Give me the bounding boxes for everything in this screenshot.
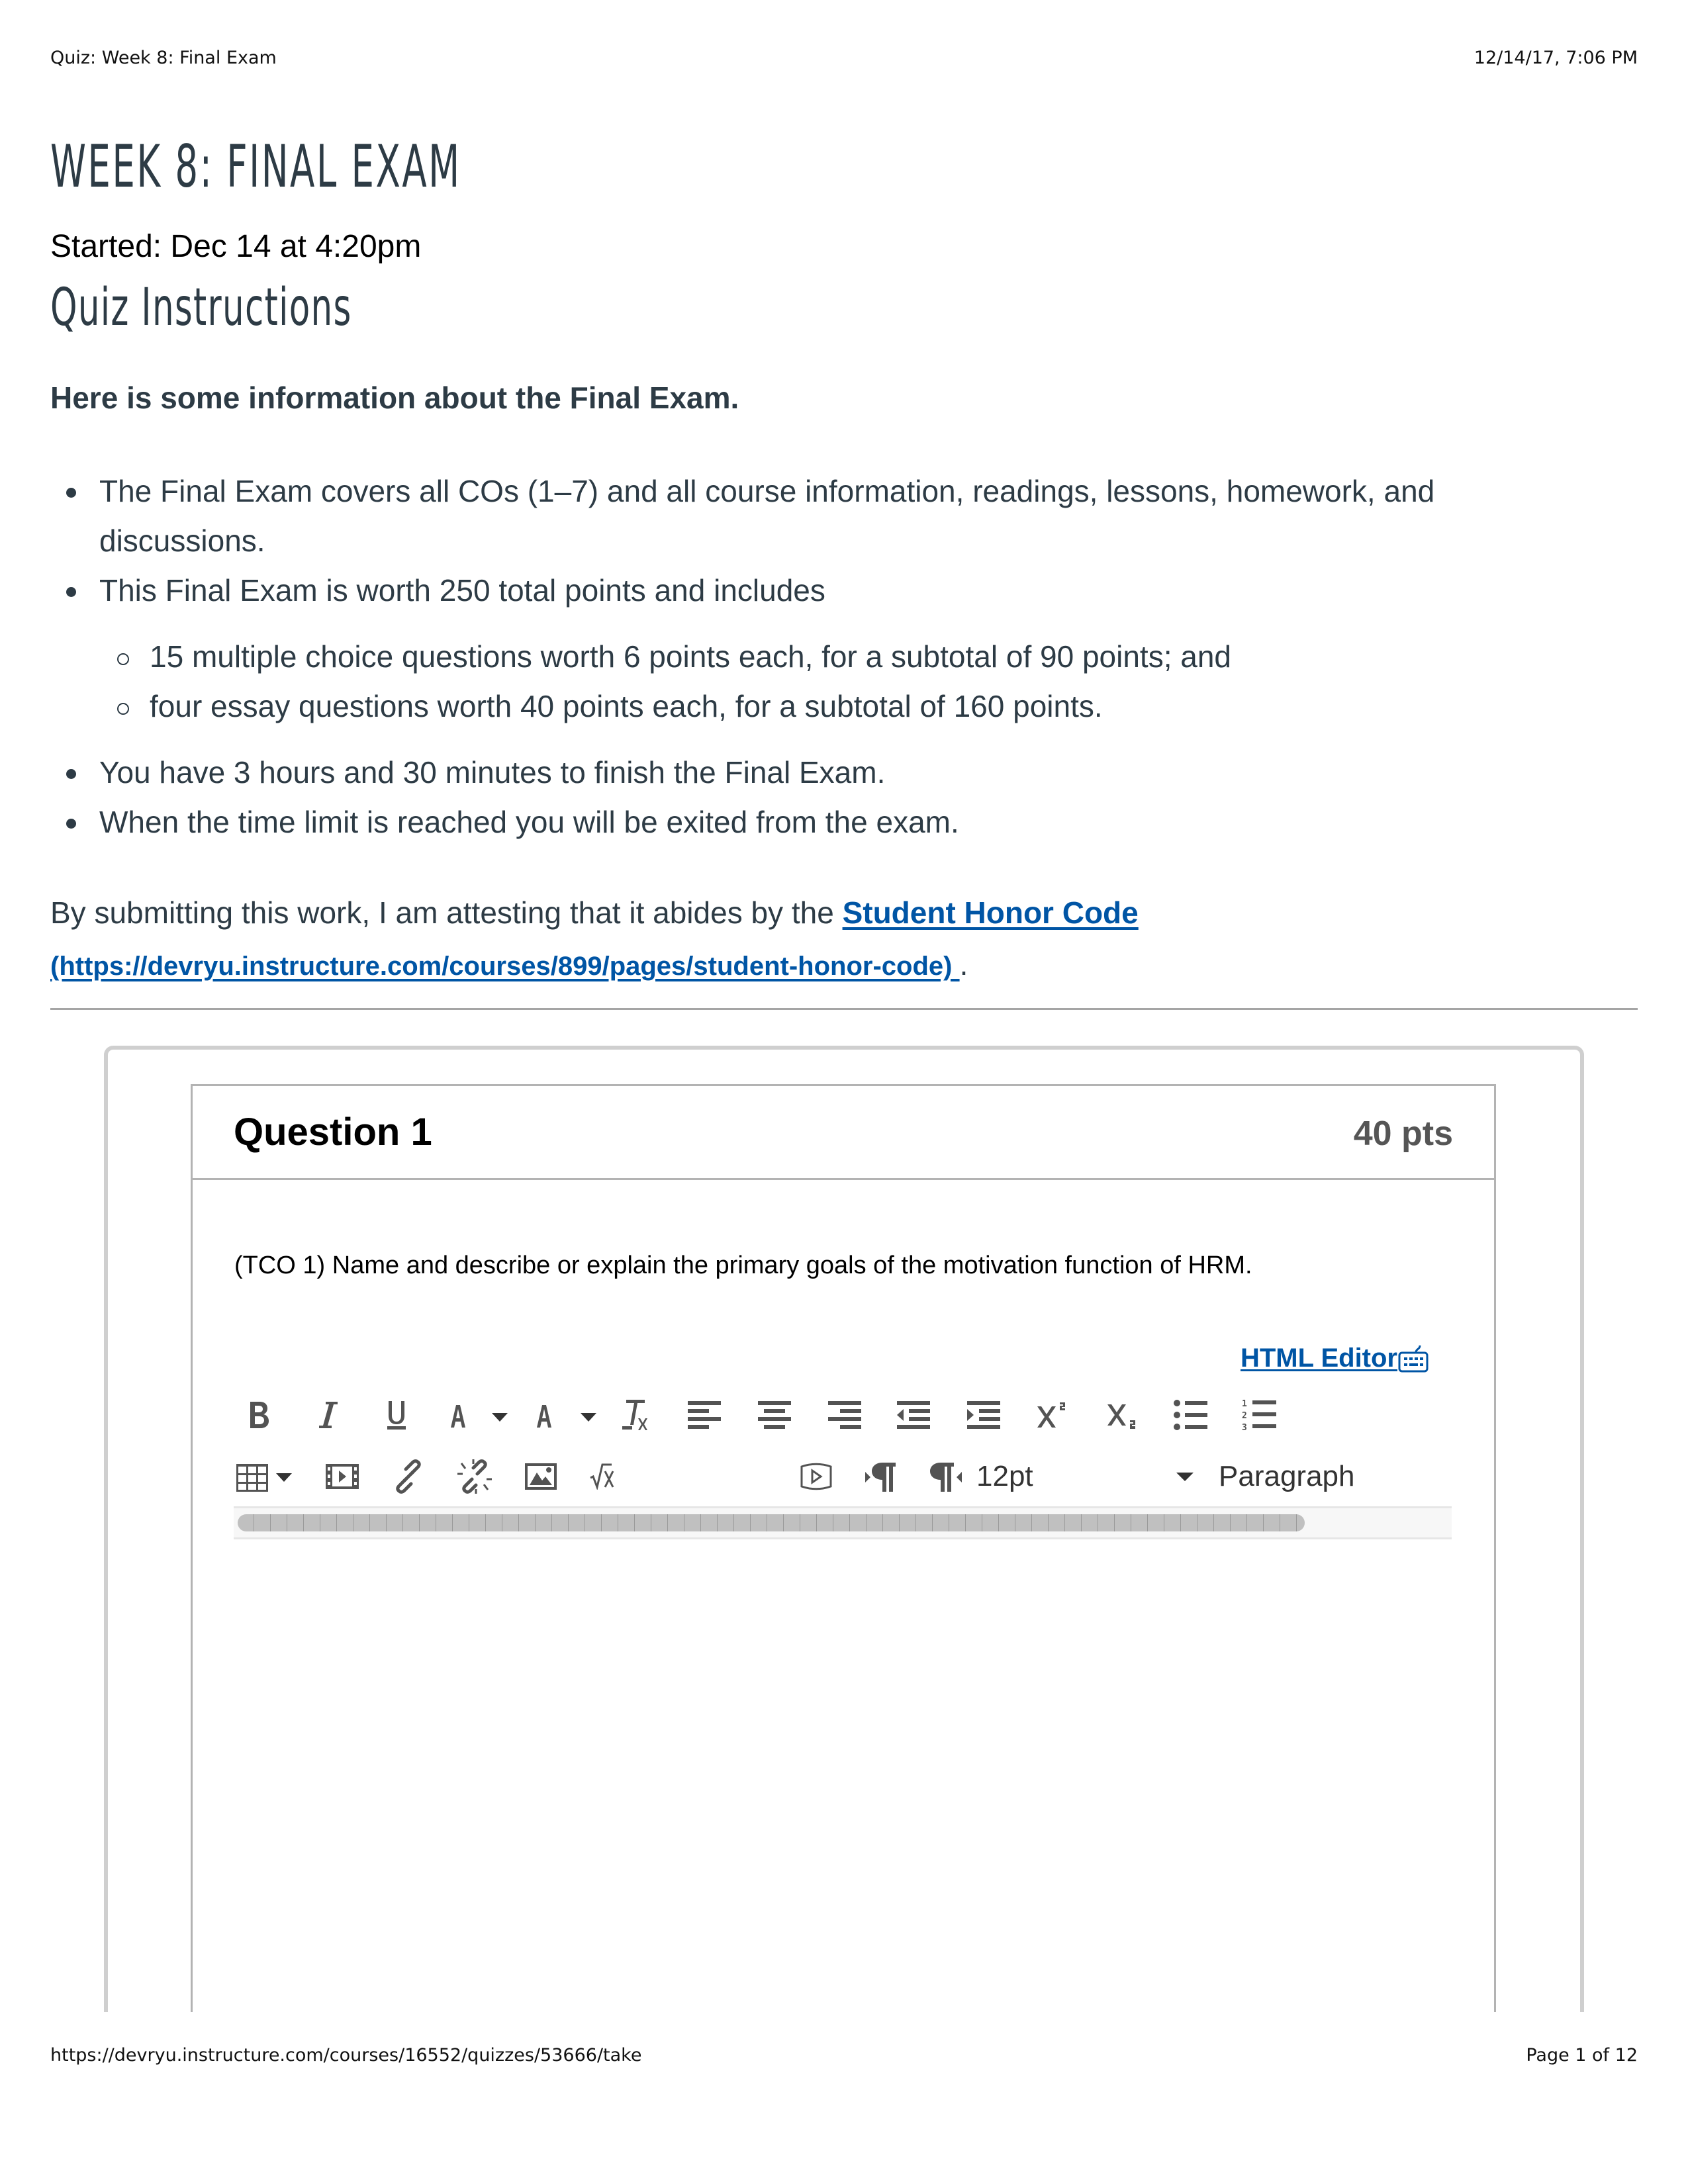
- chevron-down-icon: [1176, 1473, 1194, 1481]
- clear-formatting-button[interactable]: [616, 1395, 656, 1435]
- media-icon: [326, 1464, 359, 1489]
- background-color-button[interactable]: [532, 1395, 598, 1435]
- started-timestamp: Started: Dec 14 at 4:20pm: [50, 229, 422, 264]
- superscript-button[interactable]: [1032, 1395, 1072, 1435]
- math-equation-button[interactable]: [587, 1457, 627, 1496]
- unlink-button[interactable]: [455, 1457, 494, 1496]
- honor-code-link[interactable]: Student Honor Code: [843, 895, 1139, 930]
- toolbar-scrollbar-thumb[interactable]: [238, 1514, 1305, 1531]
- align-right-button[interactable]: [824, 1395, 864, 1435]
- image-button[interactable]: [521, 1457, 561, 1496]
- ltr-icon: [865, 1463, 896, 1492]
- list-item: The Final Exam covers all COs (1–7) and …: [50, 467, 1639, 566]
- print-timestamp: 12/14/17, 7:06 PM: [1474, 48, 1638, 68]
- instructions-list: The Final Exam covers all COs (1–7) and …: [50, 467, 1639, 847]
- link-button[interactable]: [389, 1457, 428, 1496]
- table-button[interactable]: [234, 1457, 300, 1496]
- sub-list: 15 multiple choice questions worth 6 poi…: [50, 632, 1639, 731]
- question-text: (TCO 1) Name and describe or explain the…: [234, 1251, 1252, 1279]
- bold-button[interactable]: [240, 1395, 277, 1435]
- sub-list-item: four essay questions worth 40 points eac…: [50, 682, 1639, 731]
- math-icon: [590, 1463, 614, 1490]
- indent-icon: [967, 1401, 1000, 1429]
- svg-text:2: 2: [1242, 1411, 1247, 1421]
- sub-list-container: 15 multiple choice questions worth 6 poi…: [50, 632, 1639, 731]
- honor-code-url-link[interactable]: (https://devryu.instructure.com/courses/…: [50, 952, 960, 981]
- align-left-icon: [688, 1401, 721, 1429]
- right-to-left-button[interactable]: [926, 1457, 966, 1496]
- outdent-button[interactable]: [893, 1395, 933, 1435]
- list-item: You have 3 hours and 30 minutes to finis…: [50, 748, 1639, 797]
- clear-formatting-icon: [622, 1400, 647, 1430]
- print-header: Quiz: Week 8: Final Exam 12/14/17, 7:06 …: [50, 48, 1638, 68]
- subscript-button[interactable]: [1102, 1395, 1142, 1435]
- editor-toolbar-row-2: 12pt Paragraph: [234, 1453, 1458, 1500]
- list-item-text: This Final Exam is worth 250 total point…: [99, 573, 825, 608]
- underline-button[interactable]: [378, 1395, 415, 1435]
- underline-icon: [387, 1401, 406, 1430]
- italic-icon: [319, 1402, 338, 1428]
- numbered-list-icon: 1 2 3: [1242, 1399, 1276, 1432]
- subscript-icon: [1107, 1404, 1135, 1429]
- block-format-select[interactable]: Paragraph: [1219, 1460, 1354, 1493]
- block-format-value: Paragraph: [1219, 1460, 1355, 1492]
- sub-list-item: 15 multiple choice questions worth 6 poi…: [50, 632, 1639, 682]
- html-editor-toggle[interactable]: HTML Editor: [1241, 1343, 1429, 1373]
- align-center-icon: [758, 1401, 791, 1429]
- outdent-icon: [897, 1401, 930, 1429]
- instructions-intro: Here is some information about the Final…: [50, 381, 739, 415]
- honor-code-prefix: By submitting this work, I am attesting …: [50, 895, 843, 930]
- svg-text:3: 3: [1242, 1423, 1247, 1432]
- list-item: When the time limit is reached you will …: [50, 797, 1639, 847]
- section-divider: [50, 1008, 1638, 1010]
- page-title: WEEK 8: FINAL EXAM: [50, 132, 461, 201]
- record-media-button[interactable]: [796, 1457, 836, 1496]
- text-color-button[interactable]: [443, 1395, 509, 1435]
- bullet-list-icon: [1174, 1400, 1207, 1430]
- print-page-title: Quiz: Week 8: Final Exam: [50, 48, 277, 68]
- text-color-icon: [451, 1405, 508, 1428]
- keyboard-icon: [1398, 1345, 1429, 1373]
- instructions-heading: Quiz Instructions: [50, 278, 352, 338]
- print-page-number: Page 1 of 12: [1526, 2045, 1638, 2066]
- align-center-button[interactable]: [754, 1395, 794, 1435]
- html-editor-label: HTML Editor: [1240, 1343, 1397, 1373]
- honor-code-suffix: .: [959, 947, 968, 981]
- question-header: Question 1 40 pts: [193, 1086, 1494, 1180]
- honor-code-statement: By submitting this work, I am attesting …: [50, 887, 1639, 992]
- list-item: This Final Exam is worth 250 total point…: [50, 566, 1639, 615]
- bullet-list-button[interactable]: [1171, 1395, 1211, 1435]
- image-icon: [525, 1463, 557, 1490]
- font-size-value: 12pt: [976, 1460, 1033, 1492]
- font-size-select[interactable]: 12pt: [976, 1457, 1195, 1496]
- svg-text:1: 1: [1242, 1399, 1247, 1409]
- unlink-icon: [457, 1459, 492, 1494]
- record-media-icon: [800, 1463, 832, 1490]
- table-icon: [236, 1464, 292, 1492]
- question-title: Question 1: [234, 1111, 432, 1154]
- numbered-list-button[interactable]: 1 2 3: [1240, 1395, 1280, 1435]
- left-to-right-button[interactable]: [861, 1457, 901, 1496]
- question-box: Question 1 40 pts (TCO 1) Name and descr…: [191, 1084, 1496, 2012]
- rtl-icon: [930, 1463, 962, 1492]
- print-url: https://devryu.instructure.com/courses/1…: [50, 2045, 642, 2066]
- link-icon: [396, 1459, 421, 1494]
- align-left-button[interactable]: [684, 1395, 724, 1435]
- background-color-icon: [537, 1405, 596, 1428]
- embed-media-button[interactable]: [322, 1457, 362, 1496]
- print-footer: https://devryu.instructure.com/courses/1…: [50, 2045, 1638, 2066]
- editor-toolbar-row-1: 1 2 3: [234, 1392, 1280, 1438]
- superscript-icon: [1037, 1402, 1065, 1428]
- toolbar-scrollbar[interactable]: [234, 1506, 1452, 1539]
- indent-button[interactable]: [963, 1395, 1003, 1435]
- question-points: 40 pts: [1353, 1115, 1453, 1153]
- align-right-icon: [828, 1401, 861, 1429]
- italic-button[interactable]: [309, 1395, 346, 1435]
- bold-icon: [250, 1402, 269, 1428]
